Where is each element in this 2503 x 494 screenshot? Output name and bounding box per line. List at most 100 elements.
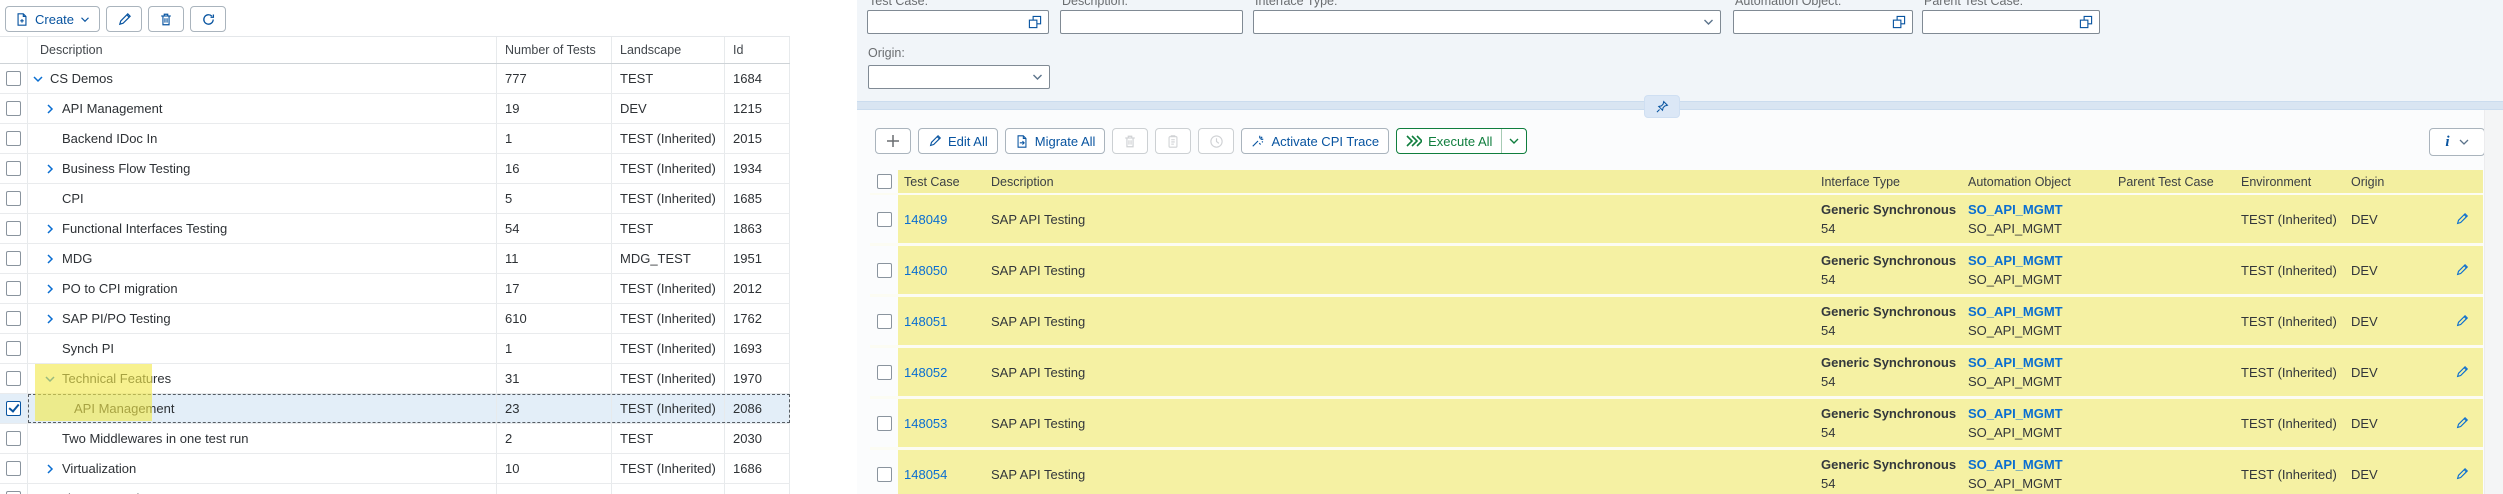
edit-all-button[interactable]: Edit All bbox=[918, 128, 998, 154]
delete-button[interactable] bbox=[148, 6, 184, 32]
delete-button[interactable] bbox=[1112, 128, 1148, 154]
tree-row[interactable]: API Management 23 TEST (Inherited) 2086 bbox=[0, 394, 790, 424]
test-case-link[interactable]: 148053 bbox=[904, 416, 947, 431]
test-case-link[interactable]: 148051 bbox=[904, 314, 947, 329]
activate-cpi-trace-button[interactable]: Activate CPI Trace bbox=[1241, 128, 1389, 154]
tree-row[interactable]: API Management 19 DEV 1215 bbox=[0, 94, 790, 124]
expand-toggle-icon[interactable] bbox=[44, 163, 58, 175]
refresh-button[interactable] bbox=[190, 6, 226, 32]
automation-object-link[interactable]: SO_API_MGMT bbox=[1968, 404, 2106, 423]
tree-description-cell[interactable]: SAP PI/PO Testing bbox=[28, 304, 497, 333]
row-checkbox[interactable] bbox=[6, 71, 21, 86]
value-help-icon[interactable] bbox=[2079, 15, 2093, 29]
tree-row[interactable]: CPI 5 TEST (Inherited) 1685 bbox=[0, 184, 790, 214]
row-checkbox[interactable] bbox=[6, 281, 21, 296]
row-checkbox[interactable] bbox=[877, 314, 892, 329]
row-edit-button[interactable] bbox=[2440, 195, 2483, 243]
row-checkbox[interactable] bbox=[6, 371, 21, 386]
filter-input[interactable] bbox=[1253, 10, 1721, 34]
row-edit-button[interactable] bbox=[2440, 450, 2483, 494]
test-case-link[interactable]: 148050 bbox=[904, 263, 947, 278]
environment-column-header[interactable]: Environment bbox=[2235, 170, 2345, 193]
row-checkbox[interactable] bbox=[6, 251, 21, 266]
tree-row[interactable]: Virtualization 10 TEST (Inherited) 1686 bbox=[0, 454, 790, 484]
automation-object-link[interactable]: SO_API_MGMT bbox=[1968, 251, 2106, 270]
automation-object-link[interactable]: SO_API_MGMT bbox=[1968, 353, 2106, 372]
edit-button[interactable] bbox=[106, 6, 142, 32]
execute-all-menu-button[interactable] bbox=[1502, 129, 1526, 153]
row-checkbox[interactable] bbox=[877, 365, 892, 380]
landscape-column-header[interactable]: Landscape bbox=[612, 37, 725, 63]
expand-toggle-icon[interactable] bbox=[32, 73, 46, 85]
interface-type-column-header[interactable]: Interface Type bbox=[1815, 170, 1962, 193]
row-checkbox[interactable] bbox=[6, 101, 21, 116]
tree-row[interactable]: Two Middlewares in one test run 2 TEST 2… bbox=[0, 424, 790, 454]
filter-input[interactable] bbox=[867, 10, 1049, 34]
test-case-row[interactable]: 148051 SAP API Testing Generic Synchrono… bbox=[870, 297, 2483, 348]
test-case-row[interactable]: 148052 SAP API Testing Generic Synchrono… bbox=[870, 348, 2483, 399]
tree-description-cell[interactable]: Two Middlewares in one test run bbox=[28, 424, 497, 453]
tree-description-cell[interactable]: Technical Features bbox=[28, 364, 497, 393]
row-checkbox[interactable] bbox=[877, 467, 892, 482]
automation-object-column-header[interactable]: Automation Object bbox=[1962, 170, 2112, 193]
pin-filter-button[interactable] bbox=[1644, 95, 1680, 118]
migrate-all-button[interactable]: Migrate All bbox=[1005, 128, 1106, 154]
filter-input[interactable] bbox=[1922, 10, 2100, 34]
create-button[interactable]: Create bbox=[5, 6, 100, 32]
automation-object-link[interactable]: SO_API_MGMT bbox=[1968, 200, 2106, 219]
tree-description-cell[interactable]: Synch PI bbox=[28, 334, 497, 363]
tree-description-cell[interactable]: Business Flow Testing bbox=[28, 154, 497, 183]
row-checkbox[interactable] bbox=[6, 341, 21, 356]
expand-toggle-icon[interactable] bbox=[44, 253, 58, 265]
tree-description-cell[interactable]: PO to CPI migration bbox=[28, 274, 497, 303]
tree-row[interactable]: PO to CPI migration 17 TEST (Inherited) … bbox=[0, 274, 790, 304]
tree-description-cell[interactable]: API Management bbox=[28, 394, 497, 423]
tree-row[interactable]: Synch PI 1 TEST (Inherited) 1693 bbox=[0, 334, 790, 364]
description-column-header[interactable]: Description bbox=[985, 170, 1815, 193]
row-checkbox[interactable] bbox=[6, 221, 21, 236]
row-checkbox[interactable] bbox=[6, 161, 21, 176]
id-column-header[interactable]: Id bbox=[725, 37, 790, 63]
tree-description-cell[interactable]: Virtualization bbox=[28, 454, 497, 483]
dropdown-chevron-icon[interactable] bbox=[1703, 18, 1714, 26]
tree-description-cell[interactable]: MDG bbox=[28, 244, 497, 273]
tree-description-cell[interactable]: Main Test Catalogs bbox=[28, 484, 497, 494]
row-checkbox[interactable] bbox=[877, 416, 892, 431]
description-column-header[interactable]: Description bbox=[28, 37, 497, 63]
test-case-row[interactable]: 148050 SAP API Testing Generic Synchrono… bbox=[870, 246, 2483, 297]
row-checkbox[interactable] bbox=[877, 263, 892, 278]
expand-toggle-icon[interactable] bbox=[44, 463, 58, 475]
row-checkbox[interactable] bbox=[6, 401, 21, 416]
tree-row[interactable]: Business Flow Testing 16 TEST (Inherited… bbox=[0, 154, 790, 184]
vertical-scrollbar[interactable] bbox=[2484, 110, 2503, 494]
tree-row[interactable]: CS Demos 777 TEST 1684 bbox=[0, 64, 790, 94]
execute-all-button[interactable]: Execute All bbox=[1397, 129, 1502, 153]
row-edit-button[interactable] bbox=[2440, 399, 2483, 447]
select-all-checkbox[interactable] bbox=[877, 174, 892, 189]
tree-row[interactable]: MDG 11 MDG_TEST 1951 bbox=[0, 244, 790, 274]
dropdown-chevron-icon[interactable] bbox=[1032, 73, 1043, 81]
tree-row[interactable]: Technical Features 31 TEST (Inherited) 1… bbox=[0, 364, 790, 394]
row-edit-button[interactable] bbox=[2440, 246, 2483, 294]
test-case-row[interactable]: 148053 SAP API Testing Generic Synchrono… bbox=[870, 399, 2483, 450]
parent-test-case-column-header[interactable]: Parent Test Case bbox=[2112, 170, 2235, 193]
test-case-row[interactable]: 148049 SAP API Testing Generic Synchrono… bbox=[870, 195, 2483, 246]
tree-row[interactable]: Backend IDoc In 1 TEST (Inherited) 2015 bbox=[0, 124, 790, 154]
test-case-link[interactable]: 148054 bbox=[904, 467, 947, 482]
row-checkbox[interactable] bbox=[6, 431, 21, 446]
filter-input[interactable] bbox=[1060, 10, 1243, 34]
row-checkbox[interactable] bbox=[6, 311, 21, 326]
test-case-row[interactable]: 148054 SAP API Testing Generic Synchrono… bbox=[870, 450, 2483, 494]
value-help-icon[interactable] bbox=[1892, 15, 1906, 29]
row-checkbox[interactable] bbox=[877, 212, 892, 227]
tree-description-cell[interactable]: CPI bbox=[28, 184, 497, 213]
history-button[interactable] bbox=[1198, 128, 1234, 154]
tree-row[interactable]: Main Test Catalogs 10000 1073 bbox=[0, 484, 790, 494]
expand-toggle-icon[interactable] bbox=[44, 103, 58, 115]
row-edit-button[interactable] bbox=[2440, 348, 2483, 396]
origin-column-header[interactable]: Origin bbox=[2345, 170, 2440, 193]
value-help-icon[interactable] bbox=[1028, 15, 1042, 29]
automation-object-link[interactable]: SO_API_MGMT bbox=[1968, 455, 2106, 474]
tree-row[interactable]: SAP PI/PO Testing 610 TEST (Inherited) 1… bbox=[0, 304, 790, 334]
tree-description-cell[interactable]: CS Demos bbox=[28, 64, 497, 93]
